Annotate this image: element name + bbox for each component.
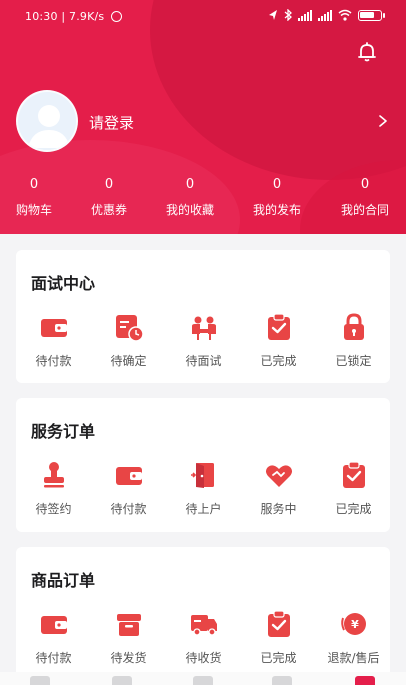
avatar[interactable]: [16, 90, 78, 152]
stat-my-posts[interactable]: 0 我的发布: [237, 176, 317, 218]
product-completed[interactable]: 已完成: [241, 609, 316, 666]
stat-favorites[interactable]: 0 我的收藏: [150, 176, 230, 218]
package-icon: [116, 614, 141, 636]
clipboard-check-icon: [342, 461, 365, 488]
stat-label: 我的收藏: [165, 203, 214, 217]
tab-home-icon[interactable]: [30, 676, 50, 685]
item-label: 已完成: [260, 651, 297, 665]
item-label: 已锁定: [335, 354, 372, 368]
item-label: 已完成: [335, 502, 372, 516]
battery-icon: [358, 9, 385, 21]
door-icon: [190, 463, 214, 488]
interview-locked[interactable]: 已锁定: [316, 312, 391, 369]
profile-page: 10:30 | 7.9K/s 请登录 0 购物车 0 优惠券 0 我的收藏 0 …: [0, 0, 406, 685]
interview-pending-payment[interactable]: 待付款: [16, 312, 91, 369]
stat-value: 0: [104, 177, 114, 192]
handshake-heart-icon: [265, 465, 292, 487]
refund-icon: ¥: [340, 613, 366, 635]
clipboard-check-icon: [267, 610, 290, 637]
item-label: 待面试: [185, 354, 222, 368]
tab-profile-icon[interactable]: [355, 676, 375, 685]
service-completed[interactable]: 已完成: [316, 460, 391, 517]
stat-value: 0: [29, 177, 39, 192]
item-label: 已完成: [260, 354, 297, 368]
interview-completed[interactable]: 已完成: [241, 312, 316, 369]
chevron-right-icon[interactable]: [376, 113, 390, 129]
stat-label: 优惠券: [90, 203, 127, 217]
signal-icon: [298, 9, 312, 21]
item-label: 待收货: [185, 651, 222, 665]
profile-header: 10:30 | 7.9K/s 请登录 0 购物车 0 优惠券 0 我的收藏 0 …: [0, 0, 406, 234]
section-product-orders: 商品订单 待付款 待发货 待收货 已完成 ¥ 退款/售后: [16, 547, 390, 681]
item-label: 退款/售后: [327, 651, 380, 665]
item-label: 服务中: [260, 502, 297, 516]
service-to-start[interactable]: 待上户: [166, 460, 241, 517]
product-refund-after-sales[interactable]: ¥ 退款/售后: [316, 609, 391, 666]
section-title: 面试中心: [31, 274, 96, 293]
interview-to-interview[interactable]: 待面试: [166, 312, 241, 369]
section-title: 商品订单: [31, 571, 96, 590]
stat-label: 购物车: [15, 203, 52, 217]
section-interview-center: 面试中心 待付款 待确定 待面试 已完成 已锁定: [16, 250, 390, 383]
stat-my-contracts[interactable]: 0 我的合同: [325, 176, 405, 218]
alarm-clock-icon: [111, 11, 123, 22]
wallet-icon: [40, 319, 67, 337]
status-time: 10:30 | 7.9K/s: [25, 10, 105, 23]
location-icon: [269, 10, 277, 20]
clipboard-check-icon: [267, 313, 290, 340]
wallet-icon: [115, 467, 142, 485]
item-label: 待付款: [35, 354, 72, 368]
tab-center-icon[interactable]: [193, 676, 213, 685]
signal-icon: [318, 9, 332, 21]
stats-row: 0 购物车 0 优惠券 0 我的收藏 0 我的发布 0 我的合同: [0, 176, 406, 226]
truck-icon: [190, 615, 217, 636]
status-bar: 10:30 | 7.9K/s: [0, 0, 406, 34]
product-pending-payment[interactable]: 待付款: [16, 609, 91, 666]
stat-value: 0: [272, 177, 282, 192]
section-service-orders: 服务订单 待签约 待付款 待上户 服务中 已完成: [16, 398, 390, 532]
interview-to-confirm[interactable]: 待确定: [91, 312, 166, 369]
stat-coupons[interactable]: 0 优惠券: [69, 176, 149, 218]
item-label: 待确定: [110, 354, 147, 368]
service-pending-payment[interactable]: 待付款: [91, 460, 166, 517]
stamp-icon: [43, 462, 64, 488]
service-in-progress[interactable]: 服务中: [241, 460, 316, 517]
product-to-ship[interactable]: 待发货: [91, 609, 166, 666]
stat-label: 我的合同: [340, 203, 389, 217]
section-title: 服务订单: [31, 422, 96, 441]
stat-label: 我的发布: [252, 203, 301, 217]
lock-icon: [343, 313, 364, 340]
item-label: 待上户: [185, 502, 222, 516]
item-label: 待签约: [35, 502, 72, 516]
stat-value: 0: [185, 177, 195, 192]
item-label: 待付款: [110, 502, 147, 516]
product-to-receive[interactable]: 待收货: [166, 609, 241, 666]
bottom-tab-bar: [0, 672, 406, 685]
tab-category-icon[interactable]: [112, 676, 132, 685]
tab-cart-icon[interactable]: [272, 676, 292, 685]
item-label: 待付款: [35, 651, 72, 665]
service-to-sign[interactable]: 待签约: [16, 460, 91, 517]
calendar-clock-icon: [115, 315, 144, 342]
item-label: 待发货: [110, 651, 147, 665]
login-link[interactable]: 请登录: [89, 112, 134, 133]
stat-value: 0: [360, 177, 370, 192]
stat-cart[interactable]: 0 购物车: [0, 176, 74, 218]
wifi-icon: [338, 9, 352, 21]
bell-icon[interactable]: [355, 40, 379, 64]
wallet-icon: [40, 616, 67, 634]
bluetooth-icon: [284, 9, 292, 21]
interview-icon: [191, 316, 216, 340]
svg-text:¥: ¥: [351, 618, 359, 631]
